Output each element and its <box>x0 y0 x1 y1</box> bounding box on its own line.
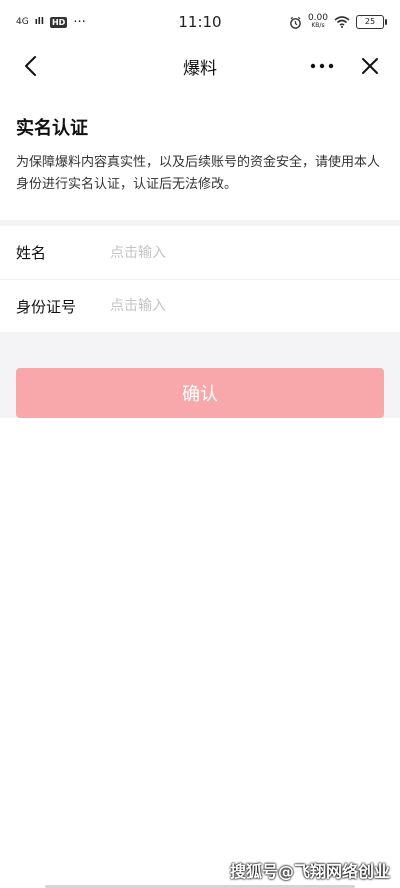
speed-value: 0.00 <box>307 13 328 23</box>
close-button[interactable] <box>356 52 384 80</box>
form-fields: 姓名 身份证号 <box>0 226 400 332</box>
intro-section: 实名认证 为保障爆料内容真实性，以及后续账号的资金安全，请使用本人身份进行实名认… <box>0 98 400 212</box>
id-label: 身份证号 <box>16 297 77 316</box>
id-number-input[interactable] <box>108 297 384 315</box>
more-icon <box>310 63 334 69</box>
battery-icon: 25 <box>356 15 387 29</box>
watermark: 搜狐号@飞翔网络创业 <box>229 862 390 881</box>
network-speed: 0.00 KB/s <box>308 14 328 30</box>
id-row: 身份证号 <box>0 279 400 332</box>
wifi-icon <box>334 16 350 28</box>
section-description: 为保障爆料内容真实性，以及后续账号的资金安全，请使用本人身份进行实名认证，认证后… <box>16 155 381 192</box>
alarm-icon <box>290 16 301 29</box>
status-bar: 4G ıll HD ··· 11:10 0.00 KB/s 25 <box>0 0 400 44</box>
more-button[interactable] <box>308 52 336 80</box>
name-input[interactable] <box>108 243 384 262</box>
speed-unit: KB/s <box>311 22 325 29</box>
close-icon <box>362 58 378 74</box>
section-heading: 实名认证 <box>16 118 88 139</box>
confirm-button[interactable]: 确认 <box>16 368 384 418</box>
status-right: 0.00 KB/s 25 <box>289 14 387 30</box>
name-label: 姓名 <box>16 244 47 262</box>
name-row: 姓名 <box>0 226 400 279</box>
nav-actions <box>308 52 384 80</box>
nav-bar: 爆料 <box>0 44 400 88</box>
